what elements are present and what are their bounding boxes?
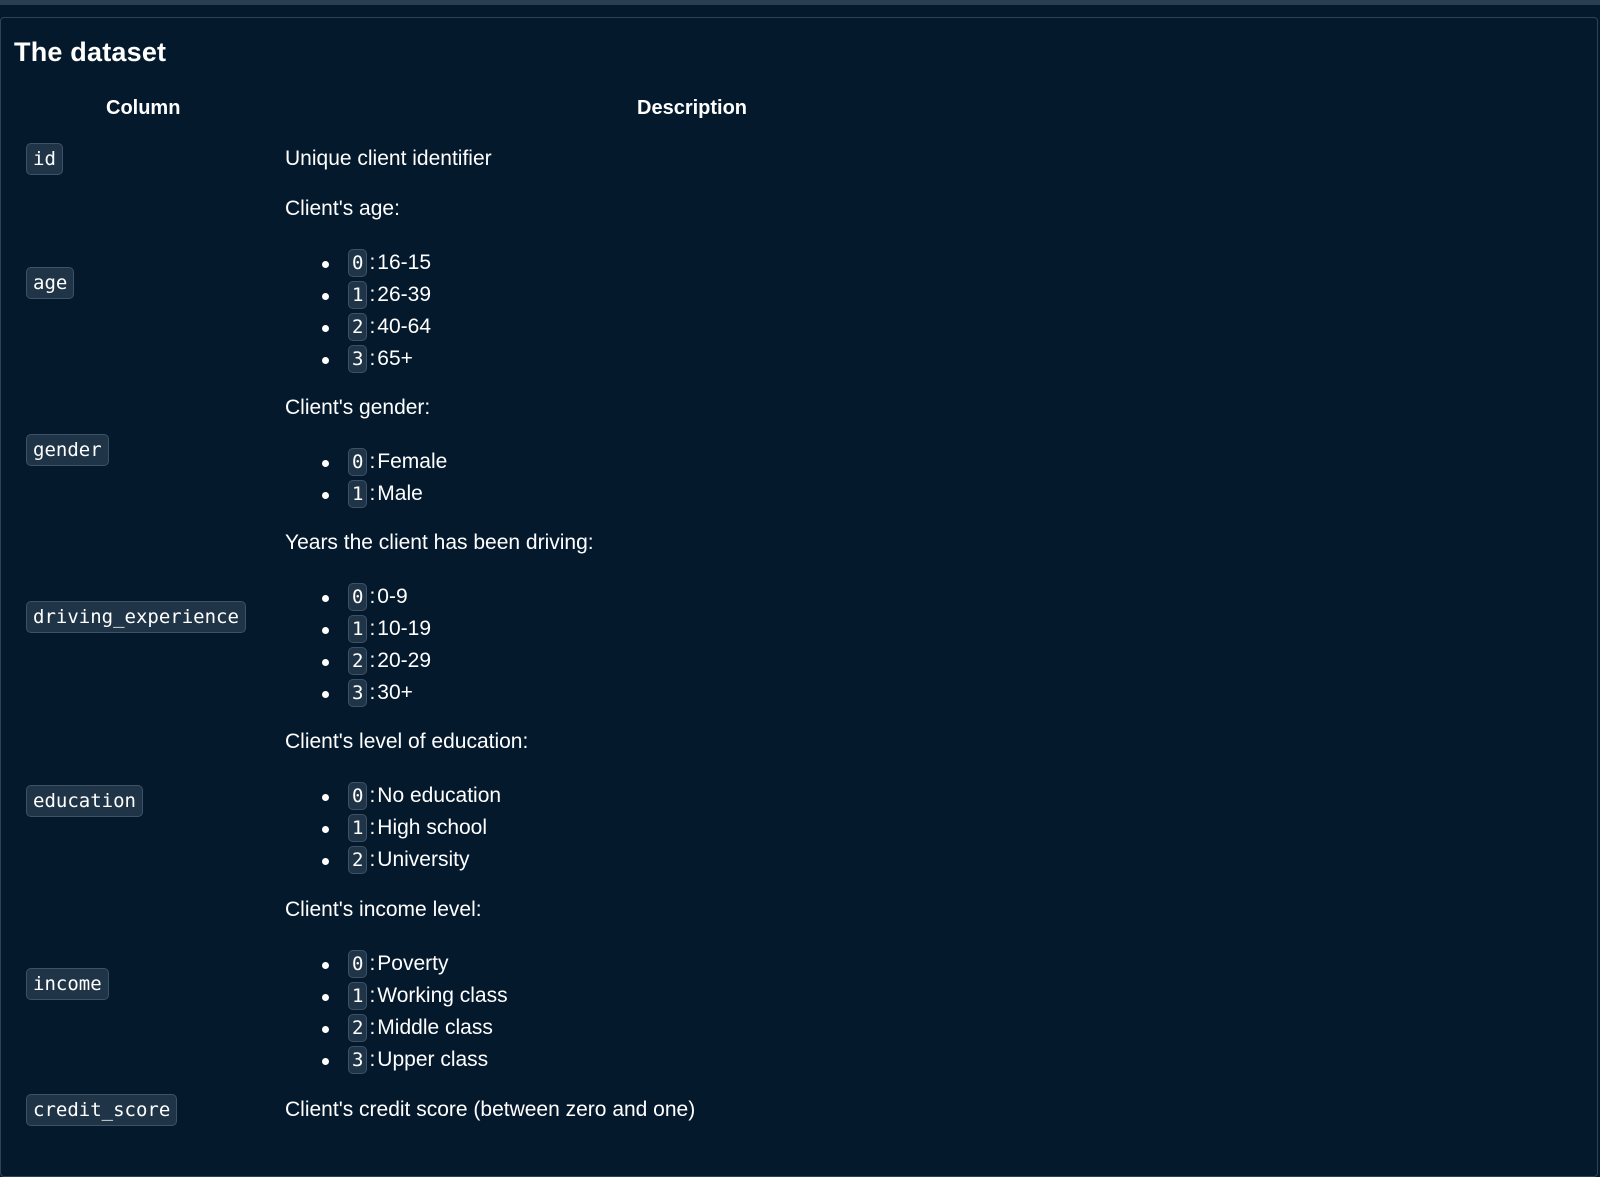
description-header: Description [637, 97, 748, 119]
column-code-credit-score: credit_score [26, 1094, 178, 1126]
option-label: 20-29 [377, 649, 432, 672]
option-code: 3 [348, 679, 368, 708]
option-list-income: 0:Poverty 1:Working class 2:Middle class… [285, 948, 508, 1076]
option-label: High school [377, 816, 488, 839]
option-code: 1 [348, 814, 368, 843]
column-code-income: income [26, 968, 109, 1000]
option-list-education: 0:No education 1:High school 2:Universit… [285, 780, 501, 876]
option-label: 65+ [377, 347, 413, 370]
list-item: 2:University [285, 844, 501, 876]
option-list-age: 0:16-15 1:26-39 2:40-64 3:65+ [285, 247, 431, 375]
option-label: 30+ [377, 681, 413, 704]
option-label: Middle class [377, 1016, 493, 1039]
option-label: Working class [377, 984, 508, 1007]
option-label: 26-39 [377, 283, 432, 306]
column-code-age: age [26, 267, 75, 299]
description-income: Client's income level: [285, 898, 482, 921]
column-code-gender: gender [26, 434, 109, 466]
option-code: 0 [348, 782, 368, 811]
list-item: 3:30+ [285, 677, 431, 709]
option-code: 1 [348, 982, 368, 1011]
option-code: 0 [348, 249, 368, 278]
option-label: 40-64 [377, 315, 432, 338]
option-label: Female [377, 450, 448, 473]
option-code: 2 [348, 846, 368, 875]
option-code: 2 [348, 1014, 368, 1043]
option-label: 0-9 [377, 585, 408, 608]
option-label: 10-19 [377, 617, 432, 640]
list-item: 2:Middle class [285, 1012, 508, 1044]
option-code: 3 [348, 345, 368, 374]
list-item: 0:Poverty [285, 948, 508, 980]
option-label: No education [377, 784, 502, 807]
list-item: 1:26-39 [285, 279, 431, 311]
list-item: 1:10-19 [285, 613, 431, 645]
list-item: 1:High school [285, 812, 501, 844]
description-age: Client's age: [285, 197, 400, 220]
option-code: 0 [348, 448, 368, 477]
option-label: 16-15 [377, 251, 432, 274]
option-label: Poverty [377, 952, 449, 975]
list-item: 3:65+ [285, 343, 431, 375]
option-label: Male [377, 482, 423, 505]
option-code: 1 [348, 615, 368, 644]
description-driving-experience: Years the client has been driving: [285, 531, 594, 554]
description-gender: Client's gender: [285, 396, 431, 419]
option-list-gender: 0:Female 1:Male [285, 446, 447, 510]
option-code: 0 [348, 950, 368, 979]
list-item: 1:Working class [285, 980, 508, 1012]
option-code: 1 [348, 281, 368, 310]
option-code: 1 [348, 480, 368, 509]
list-item: 0:Female [285, 446, 447, 478]
option-label: Upper class [377, 1048, 489, 1071]
description-education: Client's level of education: [285, 730, 529, 753]
list-item: 0:No education [285, 780, 501, 812]
section-title: The dataset [14, 37, 167, 67]
option-code: 3 [348, 1046, 368, 1075]
option-label: University [377, 848, 470, 871]
list-item: 1:Male [285, 478, 447, 510]
option-code: 2 [348, 313, 368, 342]
dataset-panel [0, 17, 1598, 1177]
column-code-id: id [26, 143, 63, 175]
list-item: 0:16-15 [285, 247, 431, 279]
column-code-driving-experience: driving_experience [26, 601, 246, 633]
list-item: 3:Upper class [285, 1044, 508, 1076]
list-item: 2:20-29 [285, 645, 431, 677]
column-header: Column [106, 97, 181, 119]
option-list-driving-experience: 0:0-9 1:10-19 2:20-29 3:30+ [285, 581, 431, 709]
description-credit-score: Client's credit score (between zero and … [285, 1098, 696, 1121]
option-code: 2 [348, 647, 368, 676]
list-item: 0:0-9 [285, 581, 431, 613]
list-item: 2:40-64 [285, 311, 431, 343]
description-id: Unique client identifier [285, 147, 492, 170]
column-code-education: education [26, 785, 143, 817]
option-code: 0 [348, 583, 368, 612]
top-border [0, 0, 1600, 5]
